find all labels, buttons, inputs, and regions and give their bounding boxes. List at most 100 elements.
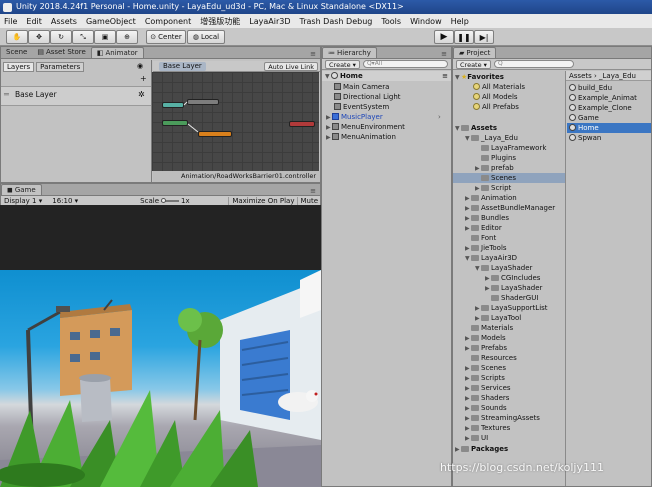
hierarchy-item[interactable]: ▶ MenuAnimation <box>326 132 396 142</box>
folder-row[interactable]: ▶ Scripts <box>465 373 505 383</box>
folder-row[interactable]: ▶ Scenes <box>465 363 506 373</box>
step-button[interactable]: ▶| <box>474 30 494 44</box>
folder-row[interactable]: ▶ Shaders <box>465 393 509 403</box>
menu-window[interactable]: Window <box>410 17 442 26</box>
folder-row[interactable]: ▶ JieTools <box>465 243 507 253</box>
folder-row[interactable]: ▶ UI <box>465 433 488 443</box>
hierarchy-scene-row[interactable]: ▼ Home ≡ <box>322 71 451 82</box>
folder-row[interactable]: Plugins <box>475 153 516 163</box>
project-create-button[interactable]: Create ▾ <box>456 59 491 69</box>
hand-tool-button[interactable]: ✋ <box>6 30 28 44</box>
space-toggle[interactable]: ◍ Local <box>187 30 225 44</box>
tab-asset-store[interactable]: ▤ Asset Store <box>32 47 91 58</box>
folder-row[interactable]: ▼ _Laya_Edu <box>465 133 518 143</box>
scale-tool-button[interactable]: ⤡ <box>72 30 94 44</box>
folder-row[interactable]: LayaFramework <box>475 143 546 153</box>
menu-file[interactable]: File <box>4 17 17 26</box>
game-viewport[interactable] <box>0 270 321 487</box>
folder-row[interactable]: ShaderGUI <box>485 293 538 303</box>
hierarchy-item[interactable]: Directional Light <box>334 92 401 102</box>
aspect-dropdown[interactable]: 16:10 ▾ <box>52 197 78 205</box>
folder-row[interactable]: ▶ Sounds <box>465 403 507 413</box>
folder-row[interactable]: ▶ Textures <box>465 423 510 433</box>
folder-row[interactable]: ▶ Script <box>475 183 511 193</box>
menu-tools[interactable]: Tools <box>381 17 401 26</box>
folder-row[interactable]: ▶ Prefabs <box>465 343 507 353</box>
hierarchy-menu-icon[interactable]: ≡ <box>441 50 447 58</box>
folder-row[interactable]: ▶ prefab <box>475 163 514 173</box>
hierarchy-create-button[interactable]: Create ▾ <box>325 59 360 69</box>
menu-assets[interactable]: Assets <box>51 17 77 26</box>
rotate-tool-button[interactable]: ↻ <box>50 30 72 44</box>
rect-tool-button[interactable]: ▣ <box>94 30 116 44</box>
favorites-row[interactable]: ▼★Favorites <box>455 72 504 82</box>
file-item[interactable]: Example_Clone <box>569 103 632 113</box>
layer-row[interactable]: ═ Base Layer ✲ <box>1 86 151 106</box>
tab-scene[interactable]: Scene <box>1 47 32 58</box>
favorite-item[interactable]: All Prefabs <box>473 102 519 112</box>
breadcrumb-laya-edu[interactable]: _Laya_Edu <box>599 72 636 80</box>
menu-component[interactable]: Component <box>145 17 191 26</box>
folder-row[interactable]: ▶ CGIncludes <box>485 273 540 283</box>
tab-game[interactable]: ◼ Game <box>1 184 42 195</box>
folder-row[interactable]: Resources <box>465 353 517 363</box>
animator-canvas[interactable] <box>152 72 319 171</box>
menu-trash-dash-debug[interactable]: Trash Dash Debug <box>300 17 373 26</box>
move-tool-button[interactable]: ✥ <box>28 30 50 44</box>
packages-row[interactable]: ▶ Packages <box>455 444 508 454</box>
layers-tab[interactable]: Layers <box>3 62 35 72</box>
play-button[interactable]: ▶ <box>434 30 454 44</box>
add-layer-icon[interactable]: + <box>140 74 147 83</box>
hierarchy-item[interactable]: Main Camera <box>334 82 389 92</box>
folder-row[interactable]: ▼ LayaShader <box>475 263 532 273</box>
maximize-on-play-toggle[interactable]: Maximize On Play <box>228 197 297 205</box>
pause-button[interactable]: ❚❚ <box>454 30 474 44</box>
tab-project[interactable]: ▰ Project <box>453 47 497 58</box>
folder-row-selected[interactable]: Scenes <box>453 173 565 183</box>
hierarchy-item[interactable]: ▶ MenuEnvironment <box>326 122 405 132</box>
panel-menu-icon[interactable]: ≡ <box>310 50 316 58</box>
file-item[interactable]: Game <box>569 113 599 123</box>
folder-row[interactable]: ▶ StreamingAssets <box>465 413 540 423</box>
scale-slider[interactable] <box>161 198 180 203</box>
parameters-tab[interactable]: Parameters <box>36 62 85 72</box>
assets-root-row[interactable]: ▼ Assets <box>455 123 497 133</box>
hierarchy-search-input[interactable]: Q▾All <box>362 60 448 68</box>
file-item[interactable]: Example_Animat <box>569 93 637 103</box>
breadcrumb-assets[interactable]: Assets <box>569 72 592 80</box>
chevron-right-icon[interactable]: › <box>438 112 441 122</box>
file-item-selected[interactable]: Home <box>567 123 651 133</box>
hierarchy-item[interactable]: EventSystem <box>334 102 389 112</box>
menu-edit[interactable]: Edit <box>26 17 42 26</box>
folder-row[interactable]: ▼ LayaAir3D <box>465 253 517 263</box>
breadcrumb-base-layer[interactable]: Base Layer <box>159 62 206 71</box>
file-item[interactable]: build_Edu <box>569 83 612 93</box>
auto-live-link-button[interactable]: Auto Live Link <box>264 62 318 71</box>
eye-icon[interactable]: ◉ <box>137 62 143 70</box>
folder-row[interactable]: ▶ Editor <box>465 223 502 233</box>
expand-arrow-icon[interactable]: ▼ <box>325 72 331 82</box>
folder-row[interactable]: ▶ Models <box>465 333 506 343</box>
hierarchy-item[interactable]: ▶ MusicPlayer › <box>326 112 441 122</box>
scene-menu-icon[interactable]: ≡ <box>442 71 448 81</box>
menu-gameobject[interactable]: GameObject <box>86 17 136 26</box>
folder-row[interactable]: ▶ AssetBundleManager <box>465 203 555 213</box>
folder-row[interactable]: ▶ Bundles <box>465 213 509 223</box>
transform-tool-button[interactable]: ⊕ <box>116 30 138 44</box>
folder-row[interactable]: Materials <box>465 323 513 333</box>
menu-layaair3d[interactable]: LayaAir3D <box>249 17 290 26</box>
menu-enhanced[interactable]: 增强版功能 <box>200 16 240 27</box>
mute-toggle[interactable]: Mute <box>297 197 320 205</box>
folder-row[interactable]: Font <box>465 233 496 243</box>
folder-row[interactable]: ▶ Animation <box>465 193 517 203</box>
scale-slider-thumb[interactable] <box>161 198 167 203</box>
project-search-input[interactable]: Q <box>493 60 574 68</box>
folder-row[interactable]: ▶ LayaTool <box>475 313 521 323</box>
tab-hierarchy[interactable]: ≔ Hierarchy <box>322 47 377 58</box>
folder-row[interactable]: ▶ Services <box>465 383 511 393</box>
favorite-item[interactable]: All Models <box>473 92 518 102</box>
folder-row[interactable]: ▶ LayaShader <box>485 283 542 293</box>
drag-handle-icon[interactable]: ═ <box>4 90 9 99</box>
favorite-item[interactable]: All Materials <box>473 82 525 92</box>
folder-row[interactable]: ▶ LayaSupportList <box>475 303 548 313</box>
